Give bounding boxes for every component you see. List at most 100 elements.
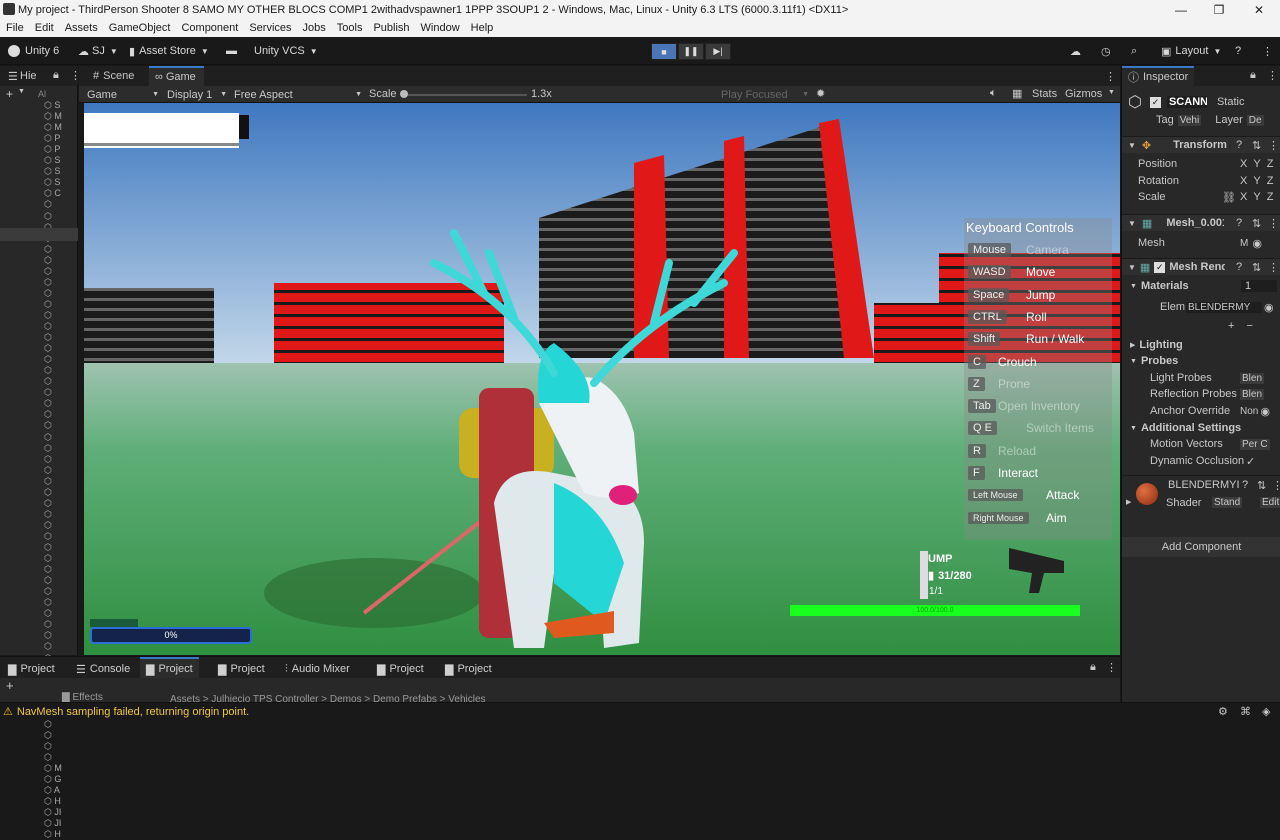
hierarchy-row[interactable]: ⬡: [44, 244, 78, 254]
gizmos-button[interactable]: Gizmos: [1065, 88, 1102, 100]
layer-dropdown[interactable]: De: [1246, 114, 1264, 126]
tab-hierarchy[interactable]: Hie: [20, 70, 37, 82]
hierarchy-row[interactable]: ⬡: [44, 310, 78, 320]
y-label[interactable]: Y: [1253, 191, 1260, 203]
play-focused-dropdown[interactable]: Play Focused ▼: [721, 88, 809, 101]
hierarchy-row[interactable]: ⬡: [44, 597, 78, 607]
hierarchy-row[interactable]: ⬡: [44, 498, 78, 508]
chevron-right-icon[interactable]: ▶: [1126, 498, 1131, 506]
maximize-button[interactable]: ❐: [1199, 0, 1239, 19]
hierarchy-row[interactable]: ⬡: [44, 420, 78, 430]
hierarchy-row[interactable]: ⬡: [44, 255, 78, 265]
hierarchy-row[interactable]: ⬡: [44, 619, 78, 629]
hierarchy-row[interactable]: ⬡: [44, 520, 78, 530]
materials-count[interactable]: 1: [1240, 280, 1277, 292]
step-button[interactable]: ▶|: [705, 43, 731, 60]
mesh-filter-header[interactable]: ▼ ▦ Mesh_0.001 ? ⇅ ⋮: [1122, 214, 1280, 231]
mesh-field[interactable]: M: [1240, 238, 1248, 249]
hierarchy-row[interactable]: ⬡: [44, 199, 78, 209]
hierarchy-row[interactable]: ⬡: [44, 509, 78, 519]
help-icon[interactable]: ?: [1236, 261, 1242, 273]
menu-tools[interactable]: Tools: [331, 22, 368, 34]
lock-icon[interactable]: 🔒︎: [1250, 69, 1256, 82]
hierarchy-row[interactable]: ⬡ M: [44, 122, 78, 132]
asset-store-dropdown[interactable]: ▮ Asset Store ▼: [129, 43, 209, 59]
stats-button[interactable]: Stats: [1032, 88, 1057, 100]
settings-icon[interactable]: ⇅: [1257, 479, 1266, 492]
renderer-enabled-checkbox[interactable]: ✓: [1154, 261, 1166, 273]
lock-icon[interactable]: 🔒︎: [53, 69, 59, 82]
help-icon[interactable]: ?: [1242, 479, 1248, 491]
hierarchy-row[interactable]: ⬡ G: [44, 774, 78, 784]
light-probes-dropdown[interactable]: Blen: [1240, 372, 1265, 384]
lighting-section[interactable]: ▶ Lighting: [1122, 337, 1280, 353]
y-label[interactable]: Y: [1253, 158, 1260, 170]
tag-dropdown[interactable]: Vehi: [1177, 114, 1202, 126]
hierarchy-row[interactable]: ⬡: [44, 211, 78, 221]
hierarchy-row[interactable]: ⬡: [44, 288, 78, 298]
hierarchy-row[interactable]: ⬡: [44, 553, 78, 563]
hierarchy-search[interactable]: Al: [38, 89, 46, 99]
hierarchy-row[interactable]: ⬡: [44, 641, 78, 651]
target-icon[interactable]: ◉: [1264, 301, 1274, 314]
hierarchy-row[interactable]: ⬡: [44, 321, 78, 331]
motion-vectors-dropdown[interactable]: Per C: [1240, 438, 1270, 450]
menu-edit[interactable]: Edit: [29, 22, 59, 34]
more-icon[interactable]: ⋮: [1272, 479, 1280, 492]
hierarchy-row[interactable]: ⬡ H: [44, 829, 78, 839]
hierarchy-row[interactable]: ⬡: [44, 387, 78, 397]
hierarchy-row[interactable]: ⬡: [44, 343, 78, 353]
hierarchy-row[interactable]: ⬡: [44, 586, 78, 596]
hierarchy-row[interactable]: ⬡ S: [44, 155, 78, 165]
grid-icon[interactable]: ▦: [1012, 87, 1022, 100]
edit-shader-button[interactable]: Edit: [1260, 497, 1280, 508]
hierarchy-row[interactable]: ⬡ S: [44, 166, 78, 176]
settings-icon[interactable]: ⇅: [1252, 217, 1261, 230]
tab-audio-mixer[interactable]: ⫶ Audio Mixer: [285, 661, 350, 677]
hierarchy-row[interactable]: ⬡: [44, 398, 78, 408]
add-icon[interactable]: +: [1228, 320, 1234, 332]
element-field[interactable]: BLENDERMY: [1186, 301, 1262, 313]
hierarchy-row[interactable]: ⬡: [44, 531, 78, 541]
chevron-down-icon[interactable]: ▼: [1108, 89, 1115, 96]
tab-project-active[interactable]: ▇ Project: [140, 657, 199, 679]
hierarchy-row[interactable]: ⬡: [44, 465, 78, 475]
search-button[interactable]: ⌕: [1131, 43, 1137, 59]
x-label[interactable]: X: [1240, 175, 1247, 187]
hierarchy-row[interactable]: ⬡: [44, 476, 78, 486]
hierarchy-row[interactable]: ⬡: [44, 575, 78, 585]
hierarchy-row[interactable]: ⬡: [44, 719, 78, 729]
play-button[interactable]: ■: [651, 43, 677, 60]
status-message[interactable]: NavMesh sampling failed, returning origi…: [17, 706, 249, 718]
dynamic-occlusion-checkbox[interactable]: ✓: [1246, 455, 1255, 468]
hierarchy-row[interactable]: ⬡ H: [44, 796, 78, 806]
hierarchy-row[interactable]: ⬡: [44, 608, 78, 618]
more-icon[interactable]: ⋮: [1106, 661, 1117, 674]
cloud-button[interactable]: ☁: [1070, 43, 1081, 59]
active-checkbox[interactable]: ✓: [1149, 96, 1161, 108]
menu-jobs[interactable]: Jobs: [297, 22, 331, 34]
help-button[interactable]: ?: [1235, 43, 1241, 59]
hierarchy-row[interactable]: ⬡: [44, 409, 78, 419]
hierarchy-row[interactable]: ⬡: [44, 630, 78, 640]
hierarchy-row[interactable]: ⬡ P: [44, 133, 78, 143]
menu-file[interactable]: File: [0, 22, 29, 34]
close-button[interactable]: ✕: [1239, 0, 1279, 19]
hierarchy-row[interactable]: ⬡ S: [44, 100, 78, 110]
tab-project[interactable]: ▇ Project: [445, 661, 492, 677]
hierarchy-row[interactable]: ⬡: [44, 741, 78, 751]
account-dropdown[interactable]: ☁ SJ ▼: [78, 43, 118, 59]
tab-console[interactable]: ☰ Console: [76, 661, 130, 677]
more-icon[interactable]: ⋮: [1267, 69, 1278, 82]
minimize-button[interactable]: —: [1161, 0, 1201, 19]
more-icon[interactable]: ⋮: [1268, 217, 1279, 230]
z-label[interactable]: Z: [1267, 191, 1274, 203]
notifications-icon[interactable]: ◈: [1262, 705, 1270, 718]
hierarchy-row[interactable]: ⬡: [44, 266, 78, 276]
sun-icon[interactable]: ✹: [816, 87, 825, 100]
more-icon[interactable]: ⋮: [1268, 139, 1279, 152]
hierarchy-row[interactable]: ⬡ M: [44, 763, 78, 773]
hierarchy-row[interactable]: ⬡: [44, 277, 78, 287]
lock-icon[interactable]: 🔒︎: [1090, 661, 1096, 674]
hierarchy-row[interactable]: ⬡ S: [44, 177, 78, 187]
